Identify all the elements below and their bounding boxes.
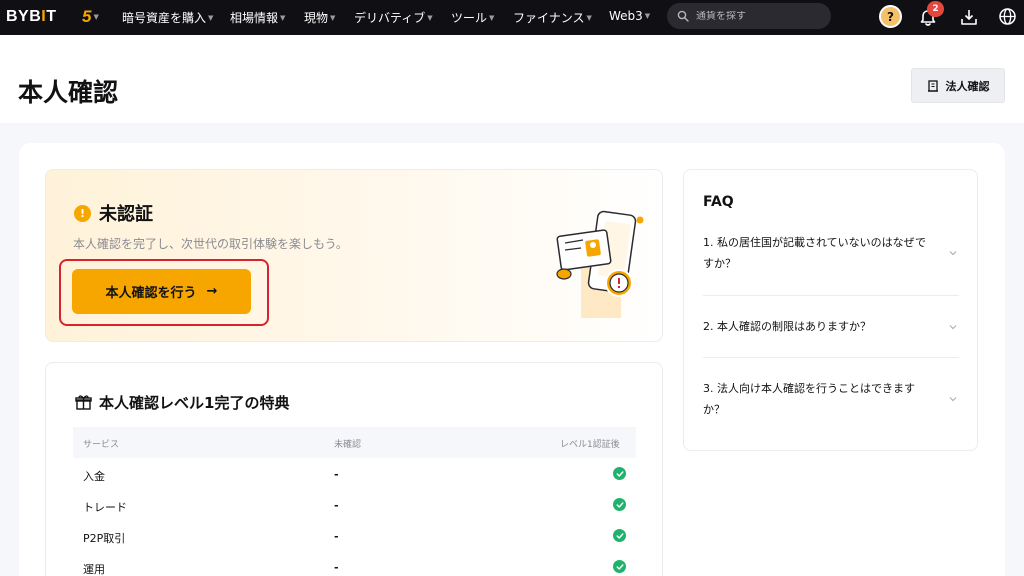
- search-input[interactable]: [696, 10, 816, 22]
- globe-icon[interactable]: [998, 7, 1017, 26]
- caret-down-icon: ▼: [330, 13, 336, 22]
- download-icon[interactable]: [960, 8, 978, 26]
- unverified-cell: -: [334, 468, 339, 481]
- page-title: 本人確認: [18, 78, 119, 107]
- faq-question: 3. 法人向け本人確認を行うことはできますか？: [703, 382, 915, 416]
- caret-down-icon: ▼: [93, 13, 99, 21]
- faq-card: FAQ 1. 私の居住国が記載されていないのはなぜですか？ 2. 本人確認の制限…: [683, 169, 978, 451]
- building-icon: [927, 79, 938, 92]
- service-cell: 入金: [83, 470, 105, 483]
- benefits-table-header: サービス 未確認 レベル1認証後: [73, 427, 636, 458]
- search-box[interactable]: [667, 3, 831, 29]
- column-header-unverified: 未確認: [334, 440, 362, 450]
- caret-down-icon: ▼: [644, 12, 651, 20]
- benefits-card: 本人確認レベル1完了の特典 サービス 未確認 レベル1認証後 入金 - トレード…: [45, 362, 663, 576]
- unverified-cell: -: [334, 561, 339, 574]
- chevron-down-icon: [949, 324, 957, 329]
- gift-icon: [75, 395, 92, 410]
- table-row: トレード -: [73, 490, 636, 521]
- column-header-level1: レベル1認証後: [560, 440, 620, 450]
- nav-item-markets[interactable]: 相場情報 ▼: [230, 9, 285, 26]
- chevron-down-icon: [949, 397, 957, 402]
- start-verification-label: 本人確認を行う: [105, 286, 197, 301]
- faq-item[interactable]: 3. 法人向け本人確認を行うことはできますか？: [703, 378, 959, 420]
- id-verification-illustration: [556, 210, 644, 318]
- nav-item-buy-crypto[interactable]: 暗号資産を購入 ▼: [122, 9, 213, 26]
- nav-item-web3[interactable]: Web3 ▼: [609, 9, 650, 23]
- chevron-down-icon: [949, 251, 957, 256]
- caret-down-icon: ▼: [280, 13, 286, 22]
- divider: [703, 295, 959, 296]
- caret-down-icon: ▼: [586, 13, 592, 22]
- arrow-right-icon: →: [206, 284, 218, 299]
- faq-item[interactable]: 1. 私の居住国が記載されていないのはなぜですか？: [703, 232, 959, 274]
- benefits-title: 本人確認レベル1完了の特典: [99, 394, 290, 412]
- five-label: 5: [82, 7, 92, 26]
- check-icon: [613, 529, 626, 542]
- corporate-verification-button[interactable]: 法人確認: [911, 68, 1005, 103]
- nav-item-tools[interactable]: ツール ▼: [451, 9, 494, 26]
- column-header-service: サービス: [83, 440, 120, 450]
- caret-down-icon: ▼: [208, 13, 214, 22]
- avatar[interactable]: ?: [879, 5, 902, 28]
- unverified-cell: -: [334, 499, 339, 512]
- bybit-logo[interactable]: BYBIT: [6, 8, 57, 26]
- start-verification-button[interactable]: 本人確認を行う →: [72, 269, 251, 314]
- status-title: 未認証: [99, 204, 153, 225]
- caret-down-icon: ▼: [489, 13, 495, 22]
- check-icon: [613, 498, 626, 511]
- faq-question: 1. 私の居住国が記載されていないのはなぜですか？: [703, 236, 926, 270]
- page-header: 本人確認 法人確認: [0, 35, 1024, 123]
- check-icon: [613, 467, 626, 480]
- faq-question: 2. 本人確認の制限はありますか？: [703, 320, 871, 333]
- corporate-verification-label: 法人確認: [945, 79, 990, 93]
- five-year-menu[interactable]: 5 ▼: [82, 7, 104, 27]
- top-navigation: BYBIT 5 ▼ 暗号資産を購入 ▼ 相場情報 ▼ 現物 ▼ デリバティブ ▼ ツール ▼…: [0, 0, 1024, 35]
- divider: [703, 357, 959, 358]
- faq-title: FAQ: [703, 194, 734, 210]
- faq-item[interactable]: 2. 本人確認の制限はありますか？: [703, 316, 959, 337]
- warning-icon: !: [74, 204, 91, 222]
- status-description: 本人確認を完了し、次世代の取引体験を楽しもう。: [73, 237, 348, 251]
- table-row: 運用 -: [73, 552, 636, 576]
- unverified-cell: -: [334, 530, 339, 543]
- benefits-header: 本人確認レベル1完了の特典: [75, 392, 289, 413]
- nav-item-spot[interactable]: 現物 ▼: [304, 9, 335, 26]
- service-cell: 運用: [83, 563, 105, 576]
- nav-item-derivatives[interactable]: デリバティブ ▼: [354, 9, 433, 26]
- notification-badge: 2: [927, 1, 944, 17]
- nav-item-finance[interactable]: ファイナンス ▼: [513, 9, 592, 26]
- caret-down-icon: ▼: [427, 13, 433, 22]
- search-icon: [677, 10, 689, 22]
- check-icon: [613, 560, 626, 573]
- status-row: ! 未認証: [74, 200, 153, 226]
- service-cell: トレード: [83, 501, 127, 514]
- verification-status-card: ! 未認証 本人確認を完了し、次世代の取引体験を楽しもう。 本人確認を行う →: [45, 169, 663, 342]
- table-row: 入金 -: [73, 459, 636, 490]
- service-cell: P2P取引: [83, 532, 126, 545]
- table-row: P2P取引 -: [73, 521, 636, 552]
